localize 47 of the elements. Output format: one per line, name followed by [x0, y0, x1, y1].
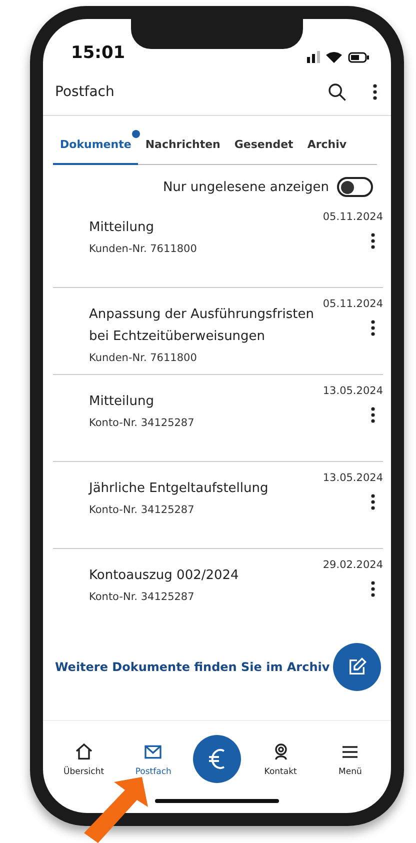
document-row[interactable]: Jährliche Entgeltaufstellung Konto-Nr. 34125287 13.05.2024: [53, 462, 383, 549]
document-date: 05.11.2024: [322, 298, 383, 310]
document-number: Konto-Nr. 34125287: [89, 591, 196, 603]
status-time: 15:01: [71, 43, 126, 63]
search-icon[interactable]: [327, 82, 347, 102]
nav-item[interactable]: Übersicht: [54, 742, 114, 776]
tab[interactable]: Nachrichten: [138, 128, 228, 165]
more-icon: [371, 320, 375, 336]
battery-icon: [348, 52, 369, 62]
document-number: Konto-Nr. 34125287: [89, 504, 196, 516]
tab[interactable]: Dokumente: [53, 128, 138, 165]
tab[interactable]: Gesendet: [227, 128, 300, 165]
home-icon: [74, 742, 94, 762]
document-date: 13.05.2024: [322, 385, 383, 397]
document-row[interactable]: Mitteilung Konto-Nr. 34125287 13.05.2024: [53, 375, 383, 462]
nav-item[interactable]: Kontakt: [250, 742, 311, 776]
signal-icon: [307, 51, 320, 63]
filter-label: Nur ungelesene anzeigen: [162, 180, 329, 194]
document-title: Mitteilung: [89, 393, 155, 411]
document-date: 13.05.2024: [322, 472, 383, 484]
document-number: Konto-Nr. 34125287: [89, 417, 196, 429]
more-icon: [373, 84, 377, 100]
page-title: Postfach: [55, 84, 116, 100]
euro-button[interactable]: [192, 735, 241, 783]
document-row[interactable]: Mitteilung Kunden-Nr. 7611800 05.11.2024: [53, 201, 383, 288]
more-icon: [371, 581, 375, 597]
document-date: 29.02.2024: [322, 559, 383, 571]
document-title: Jährliche Entgeltaufstellung: [89, 480, 270, 498]
document-number: Kunden-Nr. 7611800: [89, 352, 198, 364]
more-icon: [371, 407, 375, 423]
document-title: Anpassung der Ausführungsfristen bei Echtzeitüberweisungen: [89, 306, 315, 346]
more-icon: [371, 494, 375, 510]
document-number: Kunden-Nr. 7611800: [89, 243, 198, 255]
toggle-switch[interactable]: [337, 177, 373, 197]
nav-item[interactable]: Postfach: [123, 742, 184, 776]
document-date: 05.11.2024: [322, 211, 383, 223]
compose-button[interactable]: [333, 643, 381, 691]
document-row[interactable]: Anpassung der Ausführungsfristen bei Echtzeitüberweisungen Kunden-Nr. 7611800 05.11.2024: [53, 288, 383, 375]
more-icon: [371, 233, 375, 249]
document-row[interactable]: Kontoauszug 002/2024 Konto-Nr. 34125287 29.02.2024: [53, 549, 383, 635]
document-title: Mitteilung: [89, 219, 155, 237]
nav-item[interactable]: Menü: [320, 742, 380, 776]
archive-link[interactable]: Weitere Dokumente finden Sie im Archiv: [55, 660, 330, 674]
edit-icon: [347, 657, 367, 677]
wifi-icon: [326, 51, 342, 63]
tab[interactable]: Archiv: [300, 128, 354, 165]
document-title: Kontoauszug 002/2024: [89, 567, 240, 585]
